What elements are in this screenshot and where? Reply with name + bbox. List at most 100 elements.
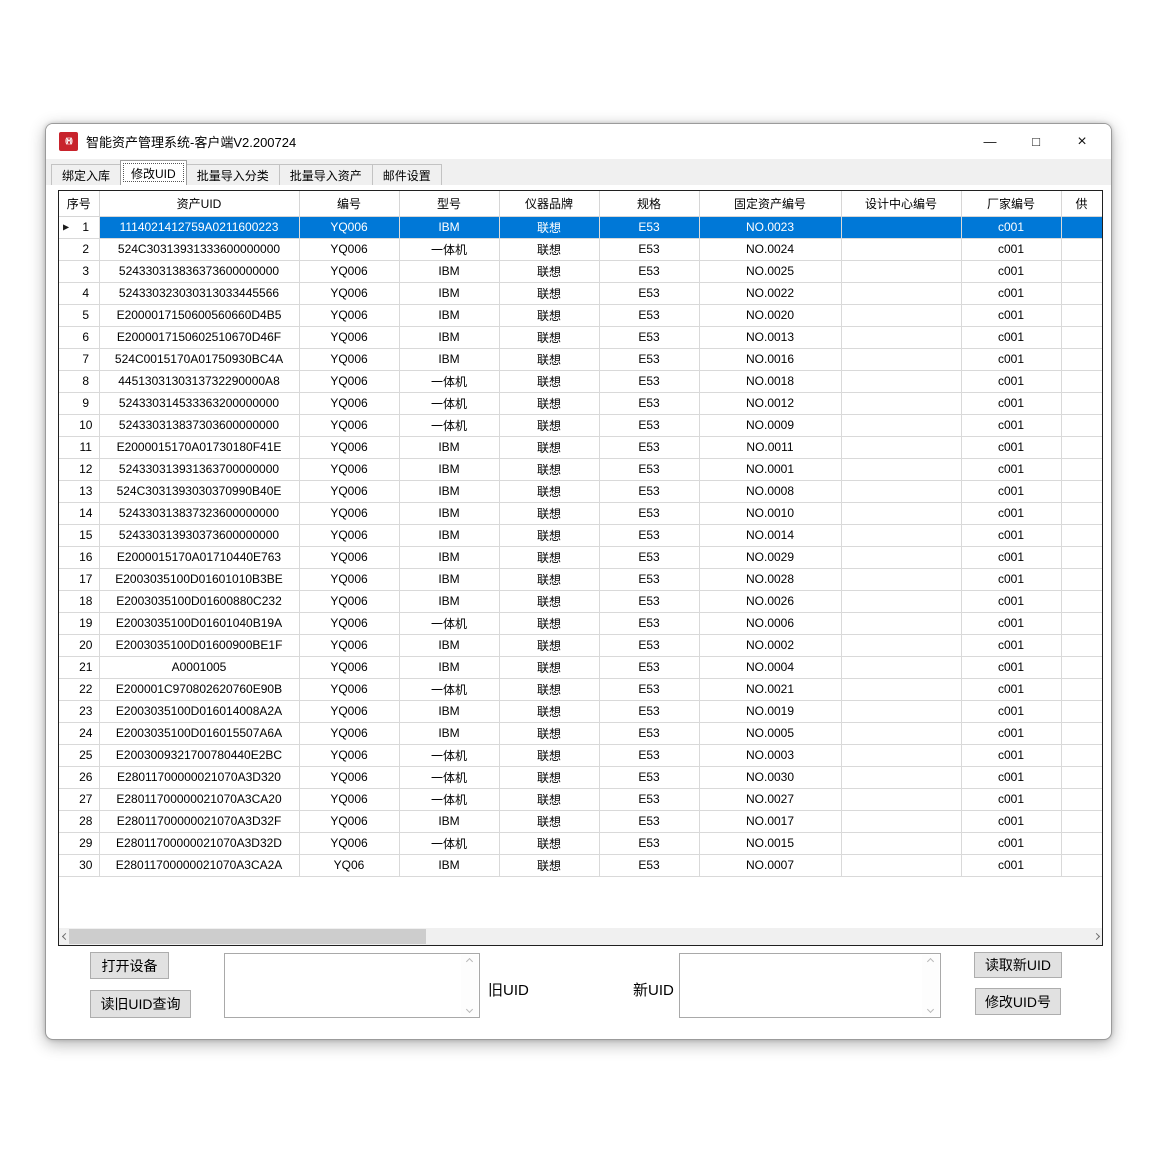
cell-model[interactable]: 一体机 [399, 414, 499, 436]
cell-brand[interactable]: 联想 [499, 612, 599, 634]
cell-spec[interactable]: E53 [599, 502, 699, 524]
table-row[interactable]: 28E28011700000021070A3D32FYQ006IBM联想E53N… [59, 810, 1102, 832]
cell-vendor-no[interactable]: c001 [961, 832, 1061, 854]
tab-batch-import-category[interactable]: 批量导入分类 [186, 164, 280, 185]
table-row[interactable]: 84451303130313732290000A8YQ006一体机联想E53NO… [59, 370, 1102, 392]
cell-spec[interactable]: E53 [599, 744, 699, 766]
cell-model[interactable]: 一体机 [399, 744, 499, 766]
read-old-uid-query-button[interactable]: 读旧UID查询 [90, 990, 191, 1018]
tab-batch-import-assets[interactable]: 批量导入资产 [279, 164, 373, 185]
modify-uid-button[interactable]: 修改UID号 [975, 988, 1061, 1015]
cell-fixed-asset-no[interactable]: NO.0008 [699, 480, 841, 502]
cell-spec[interactable]: E53 [599, 392, 699, 414]
table-row[interactable]: 30E28011700000021070A3CA2AYQ06IBM联想E53NO… [59, 854, 1102, 876]
cell-seq[interactable]: 16 [59, 546, 99, 568]
cell-model[interactable]: IBM [399, 282, 499, 304]
cell-vendor-no[interactable]: c001 [961, 656, 1061, 678]
cell-supplier[interactable] [1061, 656, 1102, 678]
cell-asset-uid[interactable]: 524330314533363200000000 [99, 392, 299, 414]
cell-code[interactable]: YQ006 [299, 810, 399, 832]
cell-fixed-asset-no[interactable]: NO.0014 [699, 524, 841, 546]
cell-supplier[interactable] [1061, 392, 1102, 414]
table-row[interactable]: 15524330313930373600000000YQ006IBM联想E53N… [59, 524, 1102, 546]
cell-design-center-no[interactable] [841, 766, 961, 788]
cell-spec[interactable]: E53 [599, 612, 699, 634]
cell-supplier[interactable] [1061, 260, 1102, 282]
cell-vendor-no[interactable]: c001 [961, 612, 1061, 634]
cell-seq[interactable]: 6 [59, 326, 99, 348]
cell-model[interactable]: IBM [399, 348, 499, 370]
cell-seq[interactable]: 29 [59, 832, 99, 854]
cell-spec[interactable]: E53 [599, 678, 699, 700]
cell-code[interactable]: YQ006 [299, 568, 399, 590]
cell-code[interactable]: YQ006 [299, 634, 399, 656]
scroll-down-icon[interactable] [927, 1006, 934, 1013]
cell-design-center-no[interactable] [841, 568, 961, 590]
cell-fixed-asset-no[interactable]: NO.0018 [699, 370, 841, 392]
cell-design-center-no[interactable] [841, 304, 961, 326]
table-row[interactable]: 11E2000015170A01730180F41EYQ006IBM联想E53N… [59, 436, 1102, 458]
cell-model[interactable]: IBM [399, 326, 499, 348]
cell-fixed-asset-no[interactable]: NO.0029 [699, 546, 841, 568]
cell-vendor-no[interactable]: c001 [961, 348, 1061, 370]
cell-asset-uid[interactable]: E200001C970802620760E90B [99, 678, 299, 700]
cell-spec[interactable]: E53 [599, 436, 699, 458]
cell-model[interactable]: IBM [399, 436, 499, 458]
cell-code[interactable]: YQ006 [299, 238, 399, 260]
table-row[interactable]: 10524330313837303600000000YQ006一体机联想E53N… [59, 414, 1102, 436]
cell-seq[interactable]: 5 [59, 304, 99, 326]
cell-seq[interactable]: 15 [59, 524, 99, 546]
cell-spec[interactable]: E53 [599, 216, 699, 238]
cell-model[interactable]: IBM [399, 260, 499, 282]
cell-design-center-no[interactable] [841, 744, 961, 766]
cell-brand[interactable]: 联想 [499, 524, 599, 546]
cell-supplier[interactable] [1061, 744, 1102, 766]
cell-brand[interactable]: 联想 [499, 700, 599, 722]
cell-vendor-no[interactable]: c001 [961, 392, 1061, 414]
col-header-brand[interactable]: 仪器品牌 [499, 191, 599, 216]
cell-supplier[interactable] [1061, 788, 1102, 810]
cell-spec[interactable]: E53 [599, 634, 699, 656]
cell-seq[interactable]: 17 [59, 568, 99, 590]
cell-asset-uid[interactable]: E28011700000021070A3CA2A [99, 854, 299, 876]
cell-seq[interactable]: 8 [59, 370, 99, 392]
cell-design-center-no[interactable] [841, 788, 961, 810]
cell-fixed-asset-no[interactable]: NO.0010 [699, 502, 841, 524]
cell-brand[interactable]: 联想 [499, 854, 599, 876]
cell-design-center-no[interactable] [841, 326, 961, 348]
cell-asset-uid[interactable]: 524330313930373600000000 [99, 524, 299, 546]
cell-fixed-asset-no[interactable]: NO.0019 [699, 700, 841, 722]
new-uid-input[interactable] [681, 955, 921, 1016]
cell-fixed-asset-no[interactable]: NO.0011 [699, 436, 841, 458]
cell-design-center-no[interactable] [841, 590, 961, 612]
cell-asset-uid[interactable]: E2003035100D016014008A2A [99, 700, 299, 722]
cell-supplier[interactable] [1061, 678, 1102, 700]
cell-brand[interactable]: 联想 [499, 502, 599, 524]
close-button[interactable]: × [1059, 124, 1105, 159]
cell-asset-uid[interactable]: 4451303130313732290000A8 [99, 370, 299, 392]
cell-supplier[interactable] [1061, 766, 1102, 788]
cell-spec[interactable]: E53 [599, 282, 699, 304]
cell-code[interactable]: YQ006 [299, 282, 399, 304]
cell-brand[interactable]: 联想 [499, 414, 599, 436]
cell-seq[interactable]: 11 [59, 436, 99, 458]
col-header-vendor-no[interactable]: 厂家编号 [961, 191, 1061, 216]
table-row[interactable]: 21A0001005YQ006IBM联想E53NO.0004c001 [59, 656, 1102, 678]
cell-asset-uid[interactable]: E28011700000021070A3D32D [99, 832, 299, 854]
cell-code[interactable]: YQ006 [299, 546, 399, 568]
table-row[interactable]: 22E200001C970802620760E90BYQ006一体机联想E53N… [59, 678, 1102, 700]
cell-supplier[interactable] [1061, 634, 1102, 656]
cell-model[interactable]: IBM [399, 568, 499, 590]
cell-fixed-asset-no[interactable]: NO.0024 [699, 238, 841, 260]
cell-supplier[interactable] [1061, 238, 1102, 260]
cell-vendor-no[interactable]: c001 [961, 216, 1061, 238]
cell-brand[interactable]: 联想 [499, 744, 599, 766]
cell-model[interactable]: IBM [399, 810, 499, 832]
cell-supplier[interactable] [1061, 326, 1102, 348]
cell-design-center-no[interactable] [841, 260, 961, 282]
cell-asset-uid[interactable]: E2000015170A01730180F41E [99, 436, 299, 458]
cell-code[interactable]: YQ006 [299, 304, 399, 326]
cell-supplier[interactable] [1061, 524, 1102, 546]
cell-fixed-asset-no[interactable]: NO.0028 [699, 568, 841, 590]
cell-spec[interactable]: E53 [599, 854, 699, 876]
